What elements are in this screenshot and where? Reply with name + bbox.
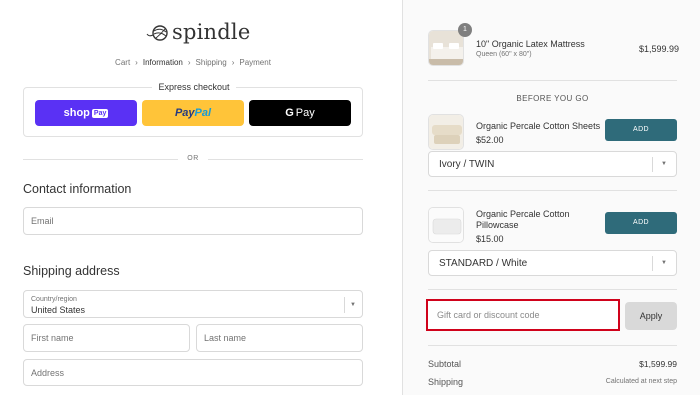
mattress-image bbox=[428, 30, 464, 66]
quantity-badge: 1 bbox=[458, 23, 472, 37]
sheets-variant-select[interactable]: Ivory / TWIN ▼ bbox=[428, 151, 677, 177]
item-variant: Queen (60" x 80") bbox=[476, 51, 532, 58]
shop-pay-button[interactable]: shop Pay bbox=[35, 100, 137, 126]
country-select[interactable]: Country/region United States ▼ bbox=[23, 290, 363, 318]
chevron-right-icon: › bbox=[187, 58, 191, 67]
shipping-heading: Shipping address bbox=[23, 264, 120, 278]
checkout-form-panel: spindle Cart › Information › Shipping › Paymen… bbox=[0, 0, 402, 395]
add-pillowcase-button[interactable]: ADD bbox=[605, 212, 677, 234]
address-field[interactable]: Address bbox=[23, 359, 363, 386]
checkout-page: spindle Cart › Information › Shipping › Paymen… bbox=[0, 0, 700, 395]
breadcrumb-cart[interactable]: Cart bbox=[115, 58, 130, 67]
first-name-field[interactable]: First name bbox=[23, 324, 190, 352]
chevron-right-icon: › bbox=[135, 58, 138, 67]
divider bbox=[428, 345, 677, 346]
apply-button[interactable]: Apply bbox=[625, 302, 677, 330]
chevron-down-icon: ▼ bbox=[350, 302, 356, 308]
email-field[interactable]: Email bbox=[23, 207, 363, 235]
or-label: OR bbox=[187, 155, 199, 162]
pillowcase-image bbox=[428, 207, 464, 243]
subtotal-value: $1,599.99 bbox=[639, 359, 677, 369]
express-checkout: Express checkout shop Pay Pay Pal G Pay bbox=[23, 82, 363, 137]
paypal-button[interactable]: Pay Pal bbox=[142, 100, 244, 126]
upsell-pillowcase-name-line1: Organic Percale Cotton bbox=[476, 209, 570, 219]
pillowcase-variant-select[interactable]: STANDARD / White ▼ bbox=[428, 250, 677, 276]
google-icon: G bbox=[285, 107, 294, 119]
google-pay-button[interactable]: G Pay bbox=[249, 100, 351, 126]
breadcrumb-payment: Payment bbox=[239, 58, 271, 67]
express-checkout-title: Express checkout bbox=[152, 82, 236, 92]
breadcrumb-shipping: Shipping bbox=[195, 58, 227, 67]
sheets-image bbox=[428, 114, 464, 150]
upsell-sheets-name: Organic Percale Cotton Sheets bbox=[476, 121, 601, 131]
breadcrumb: Cart › Information › Shipping › Payment bbox=[0, 58, 386, 67]
upsell-heading: BEFORE YOU GO bbox=[516, 94, 589, 103]
subtotal-label: Subtotal bbox=[428, 359, 462, 369]
brand-name: spindle bbox=[172, 20, 251, 44]
upsell-sheets-price: $52.00 bbox=[476, 135, 504, 145]
shipping-label: Shipping bbox=[428, 377, 464, 387]
breadcrumb-information: Information bbox=[142, 58, 183, 67]
chevron-down-icon: ▼ bbox=[661, 161, 667, 167]
or-divider: OR bbox=[23, 155, 363, 165]
yarn-ball-icon bbox=[146, 25, 168, 41]
item-name: 10" Organic Latex Mattress bbox=[476, 39, 585, 49]
upsell-pillowcase-price: $15.00 bbox=[476, 234, 504, 244]
divider bbox=[428, 80, 677, 81]
chevron-right-icon: › bbox=[231, 58, 235, 67]
shipping-value: Calculated at next step bbox=[605, 378, 677, 385]
last-name-field[interactable]: Last name bbox=[196, 324, 363, 352]
upsell-pillowcase-name-line2: Pillowcase bbox=[476, 220, 519, 230]
brand-logo[interactable]: spindle bbox=[146, 20, 250, 44]
contact-heading: Contact information bbox=[23, 182, 132, 196]
add-sheets-button[interactable]: ADD bbox=[605, 119, 677, 141]
item-price: $1,599.99 bbox=[639, 44, 680, 54]
chevron-down-icon: ▼ bbox=[661, 260, 667, 266]
divider bbox=[428, 190, 677, 191]
divider bbox=[428, 289, 677, 290]
discount-code-field[interactable]: Gift card or discount code bbox=[426, 299, 620, 331]
